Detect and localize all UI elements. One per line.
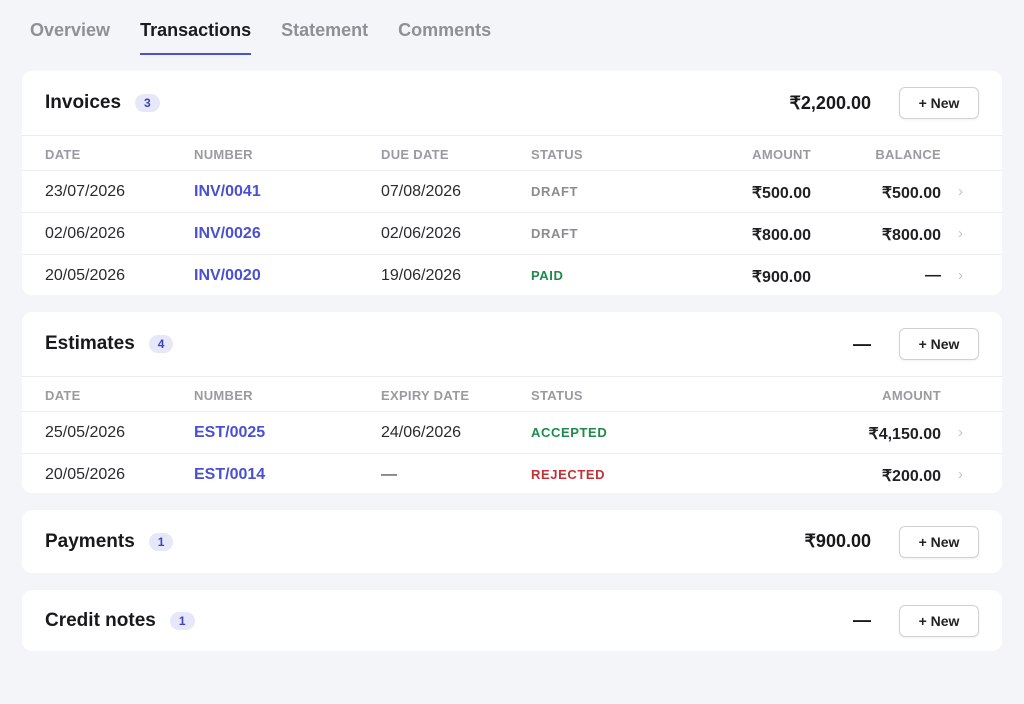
estimates-header: Estimates 4 — + New (22, 312, 1002, 376)
payments-count-badge: 1 (148, 532, 174, 551)
new-estimate-button[interactable]: + New (899, 328, 979, 360)
tab-comments[interactable]: Comments (398, 20, 491, 55)
col-amount: AMOUNT (752, 147, 811, 162)
chevron-right-icon: › (958, 466, 963, 483)
credit-notes-count-badge: 1 (169, 611, 195, 630)
estimate-expiry-date: 24/06/2026 (381, 424, 462, 441)
col-status: STATUS (531, 147, 583, 162)
invoices-total: ₹2,200.00 (789, 92, 871, 113)
col-due-date: DUE DATE (381, 147, 449, 162)
invoices-column-header: DATE NUMBER DUE DATE STATUS AMOUNT BALAN… (22, 135, 1002, 171)
invoice-due-date: 02/06/2026 (381, 225, 462, 242)
status-badge: ACCEPTED (531, 425, 608, 440)
invoice-due-date: 19/06/2026 (381, 267, 462, 284)
chevron-right-icon: › (958, 225, 963, 242)
tab-bar: Overview Transactions Statement Comments (30, 20, 491, 55)
estimates-title: Estimates (45, 333, 135, 354)
invoice-balance: ₹500.00 (881, 185, 941, 202)
col-number: NUMBER (194, 147, 253, 162)
payments-header: Payments 1 ₹900.00 + New (22, 510, 1002, 573)
estimate-row-est-0025[interactable]: 25/05/2026 EST/0025 24/06/2026 ACCEPTED … (22, 412, 1002, 454)
invoice-row-inv-0020[interactable]: 20/05/2026 INV/0020 19/06/2026 PAID ₹900… (22, 255, 1002, 295)
tab-overview[interactable]: Overview (30, 20, 110, 55)
status-badge: DRAFT (531, 184, 579, 199)
invoice-amount: ₹900.00 (751, 269, 811, 286)
invoices-header: Invoices 3 ₹2,200.00 + New (22, 71, 1002, 135)
estimate-date: 20/05/2026 (45, 466, 126, 483)
col-expiry-date: EXPIRY DATE (381, 388, 470, 403)
payments-title: Payments (45, 530, 135, 552)
credit-notes-header: Credit notes 1 — + New (22, 590, 1002, 651)
invoice-number-link[interactable]: INV/0026 (194, 225, 261, 243)
invoice-balance: ₹800.00 (881, 227, 941, 244)
estimate-date: 25/05/2026 (45, 424, 126, 441)
new-credit-note-button[interactable]: + New (899, 604, 979, 637)
invoice-row-inv-0026[interactable]: 02/06/2026 INV/0026 02/06/2026 DRAFT ₹80… (22, 213, 1002, 255)
col-status: STATUS (531, 388, 583, 403)
new-invoice-button[interactable]: + New (899, 87, 979, 119)
credit-notes-total: — (853, 610, 871, 630)
status-badge: REJECTED (531, 467, 606, 482)
invoice-date: 20/05/2026 (45, 267, 126, 284)
invoice-date: 02/06/2026 (45, 225, 126, 242)
estimates-total: — (853, 333, 871, 354)
col-date: DATE (45, 388, 81, 403)
credit-notes-card: Credit notes 1 — + New (22, 590, 1002, 651)
invoice-number-link[interactable]: INV/0020 (194, 267, 261, 285)
new-payment-button[interactable]: + New (899, 525, 979, 558)
payments-total: ₹900.00 (804, 531, 871, 551)
estimate-number-link[interactable]: EST/0025 (194, 424, 265, 442)
invoice-due-date: 07/08/2026 (381, 183, 462, 200)
estimate-amount: ₹200.00 (881, 468, 941, 485)
invoices-card: Invoices 3 ₹2,200.00 + New DATE NUMBER D… (22, 71, 1002, 295)
payments-card: Payments 1 ₹900.00 + New (22, 510, 1002, 573)
invoice-row-inv-0041[interactable]: 23/07/2026 INV/0041 07/08/2026 DRAFT ₹50… (22, 171, 1002, 213)
invoice-number-link[interactable]: INV/0041 (194, 183, 261, 201)
credit-notes-title: Credit notes (45, 609, 156, 631)
status-badge: DRAFT (531, 226, 579, 241)
status-badge: PAID (531, 268, 564, 283)
col-number: NUMBER (194, 388, 253, 403)
estimates-count-badge: 4 (148, 335, 174, 353)
col-amount: AMOUNT (882, 388, 941, 403)
chevron-right-icon: › (958, 424, 963, 441)
invoice-date: 23/07/2026 (45, 183, 126, 200)
estimate-row-est-0014[interactable]: 20/05/2026 EST/0014 — REJECTED ₹200.00 › (22, 454, 1002, 493)
invoice-amount: ₹500.00 (751, 185, 811, 202)
chevron-right-icon: › (958, 267, 963, 284)
chevron-right-icon: › (958, 183, 963, 200)
estimate-expiry-date: — (381, 466, 397, 483)
invoices-title: Invoices (45, 92, 122, 113)
col-date: DATE (45, 147, 81, 162)
tab-transactions[interactable]: Transactions (140, 20, 252, 55)
estimates-card: Estimates 4 — + New DATE NUMBER EXPIRY D… (22, 312, 1002, 493)
tab-statement[interactable]: Statement (281, 20, 368, 55)
invoice-balance: — (925, 267, 941, 284)
estimate-number-link[interactable]: EST/0014 (194, 466, 265, 484)
estimate-amount: ₹4,150.00 (868, 426, 941, 443)
invoices-count-badge: 3 (135, 94, 160, 112)
col-balance: BALANCE (875, 147, 941, 162)
estimates-column-header: DATE NUMBER EXPIRY DATE STATUS AMOUNT (22, 376, 1002, 412)
invoice-amount: ₹800.00 (751, 227, 811, 244)
